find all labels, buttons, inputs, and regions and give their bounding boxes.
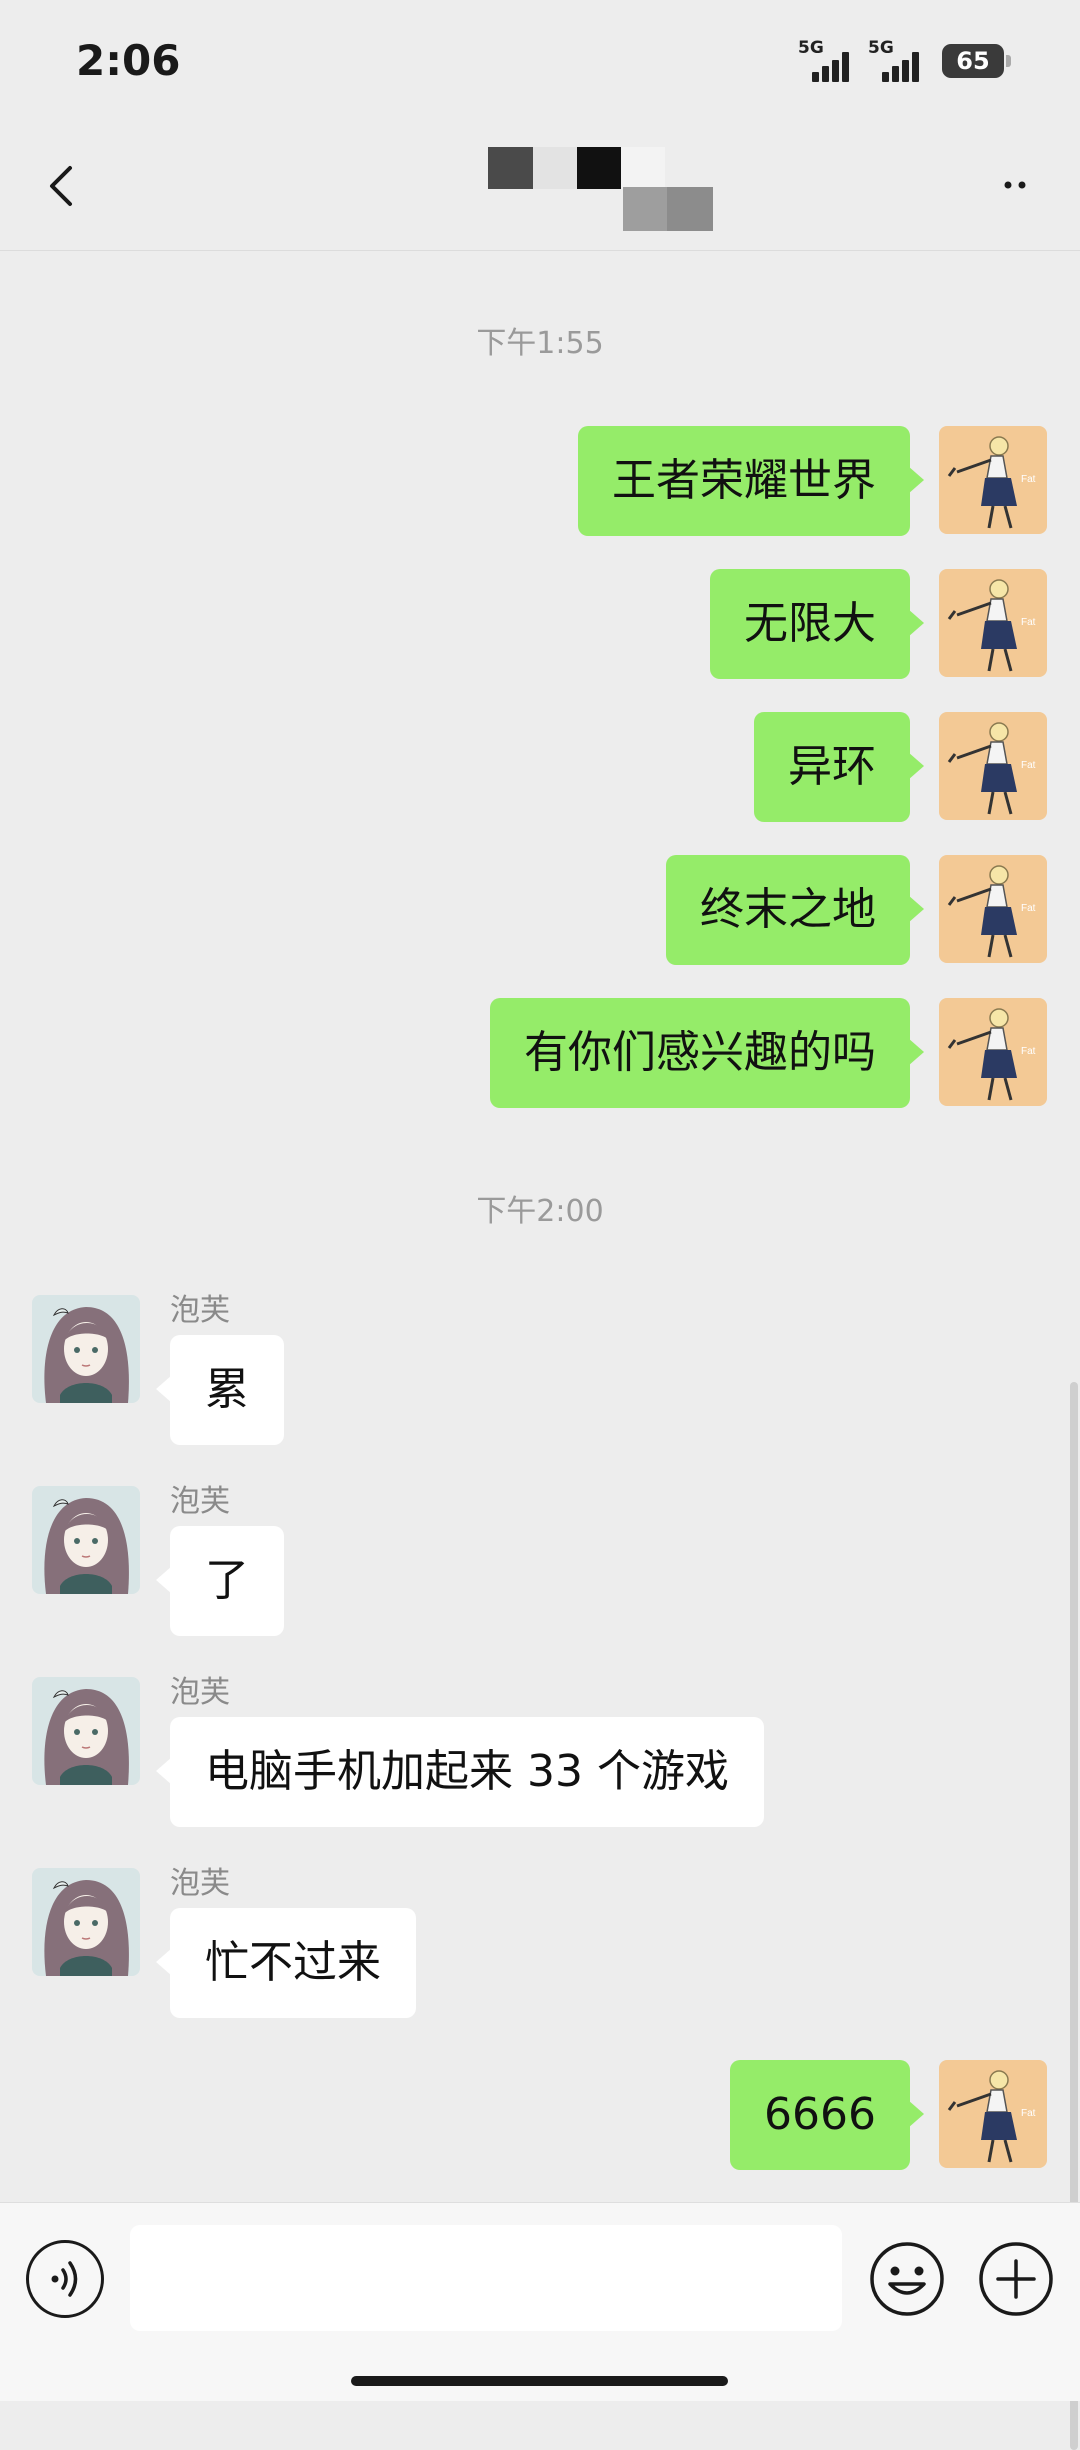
message-row-outgoing: 无限大: [710, 569, 1047, 679]
signal-icon: 5G: [798, 38, 856, 84]
message-row-incoming: 泡芙 了: [32, 1484, 284, 1636]
sender-name: 泡芙: [170, 1866, 230, 1901]
avatar-self[interactable]: [939, 998, 1047, 1106]
message-bubble-outgoing[interactable]: 王者荣耀世界: [578, 426, 924, 536]
avatar-self[interactable]: [939, 855, 1047, 963]
message-bubble-incoming[interactable]: 了: [156, 1526, 284, 1636]
battery-icon: 65: [942, 44, 1011, 78]
signal-label: 5G: [798, 38, 824, 58]
status-time: 2:06: [76, 36, 181, 85]
avatar-contact[interactable]: [32, 1677, 140, 1785]
more-dots-icon: [1004, 181, 1026, 189]
back-button[interactable]: [34, 156, 94, 216]
message-row-outgoing: 异环: [754, 712, 1047, 822]
message-row-incoming: 泡芙 忙不过来: [32, 1866, 416, 2018]
plus-icon: [979, 2242, 1053, 2316]
message-bubble-incoming[interactable]: 累: [156, 1335, 284, 1445]
chat-header: [0, 120, 1080, 251]
emoji-button[interactable]: [868, 2240, 946, 2318]
input-bar: [0, 2202, 1080, 2401]
sender-name: 泡芙: [170, 1293, 230, 1328]
message-row-outgoing: 6666: [730, 2060, 1047, 2170]
plus-button[interactable]: [977, 2240, 1055, 2318]
more-button[interactable]: [990, 170, 1040, 200]
message-input[interactable]: [130, 2225, 842, 2331]
battery-level: 65: [956, 47, 990, 75]
message-bubble-outgoing[interactable]: 有你们感兴趣的吗: [490, 998, 924, 1108]
message-bubble-outgoing[interactable]: 无限大: [710, 569, 924, 679]
message-bubble-incoming[interactable]: 忙不过来: [156, 1908, 416, 2018]
sender-name: 泡芙: [170, 1675, 230, 1710]
avatar-self[interactable]: [939, 426, 1047, 534]
avatar-contact[interactable]: [32, 1486, 140, 1594]
message-bubble-outgoing[interactable]: 异环: [754, 712, 924, 822]
timestamp: 下午2:00: [476, 1194, 604, 1229]
message-row-outgoing: 有你们感兴趣的吗: [490, 998, 1047, 1108]
avatar-self[interactable]: [939, 569, 1047, 677]
timestamp: 下午1:55: [476, 326, 604, 361]
avatar-contact[interactable]: [32, 1295, 140, 1403]
emoji-icon: [870, 2242, 944, 2316]
message-row-outgoing: 终末之地: [666, 855, 1047, 965]
sender-name: 泡芙: [170, 1484, 230, 1519]
message-bubble-outgoing[interactable]: 6666: [730, 2060, 924, 2170]
message-bubble-outgoing[interactable]: 终末之地: [666, 855, 924, 965]
status-icons: 5G 5G 65: [798, 36, 1011, 86]
avatar-self[interactable]: [939, 712, 1047, 820]
message-bubble-incoming[interactable]: 电脑手机加起来 33 个游戏: [156, 1717, 764, 1827]
message-row-outgoing: 王者荣耀世界: [578, 426, 1047, 536]
chevron-left-icon: [50, 166, 72, 206]
message-row-incoming: 泡芙 累: [32, 1293, 284, 1445]
signal-label: 5G: [868, 38, 894, 58]
signal-icon: 5G: [868, 38, 926, 84]
avatar-self[interactable]: [939, 2060, 1047, 2168]
message-row-incoming: 泡芙 电脑手机加起来 33 个游戏: [32, 1675, 764, 1827]
chat-title-redacted: [488, 132, 713, 231]
avatar-contact[interactable]: [32, 1868, 140, 1976]
status-bar: 2:06 5G 5G 65: [0, 0, 1080, 120]
message-list[interactable]: 下午1:55 王者荣耀世界 无限大 异环 终末之地 有你们感兴趣的吗 下午2:0…: [0, 250, 1080, 2450]
home-indicator[interactable]: [351, 2376, 728, 2386]
voice-button[interactable]: [26, 2240, 104, 2318]
voice-icon: [51, 2261, 78, 2297]
